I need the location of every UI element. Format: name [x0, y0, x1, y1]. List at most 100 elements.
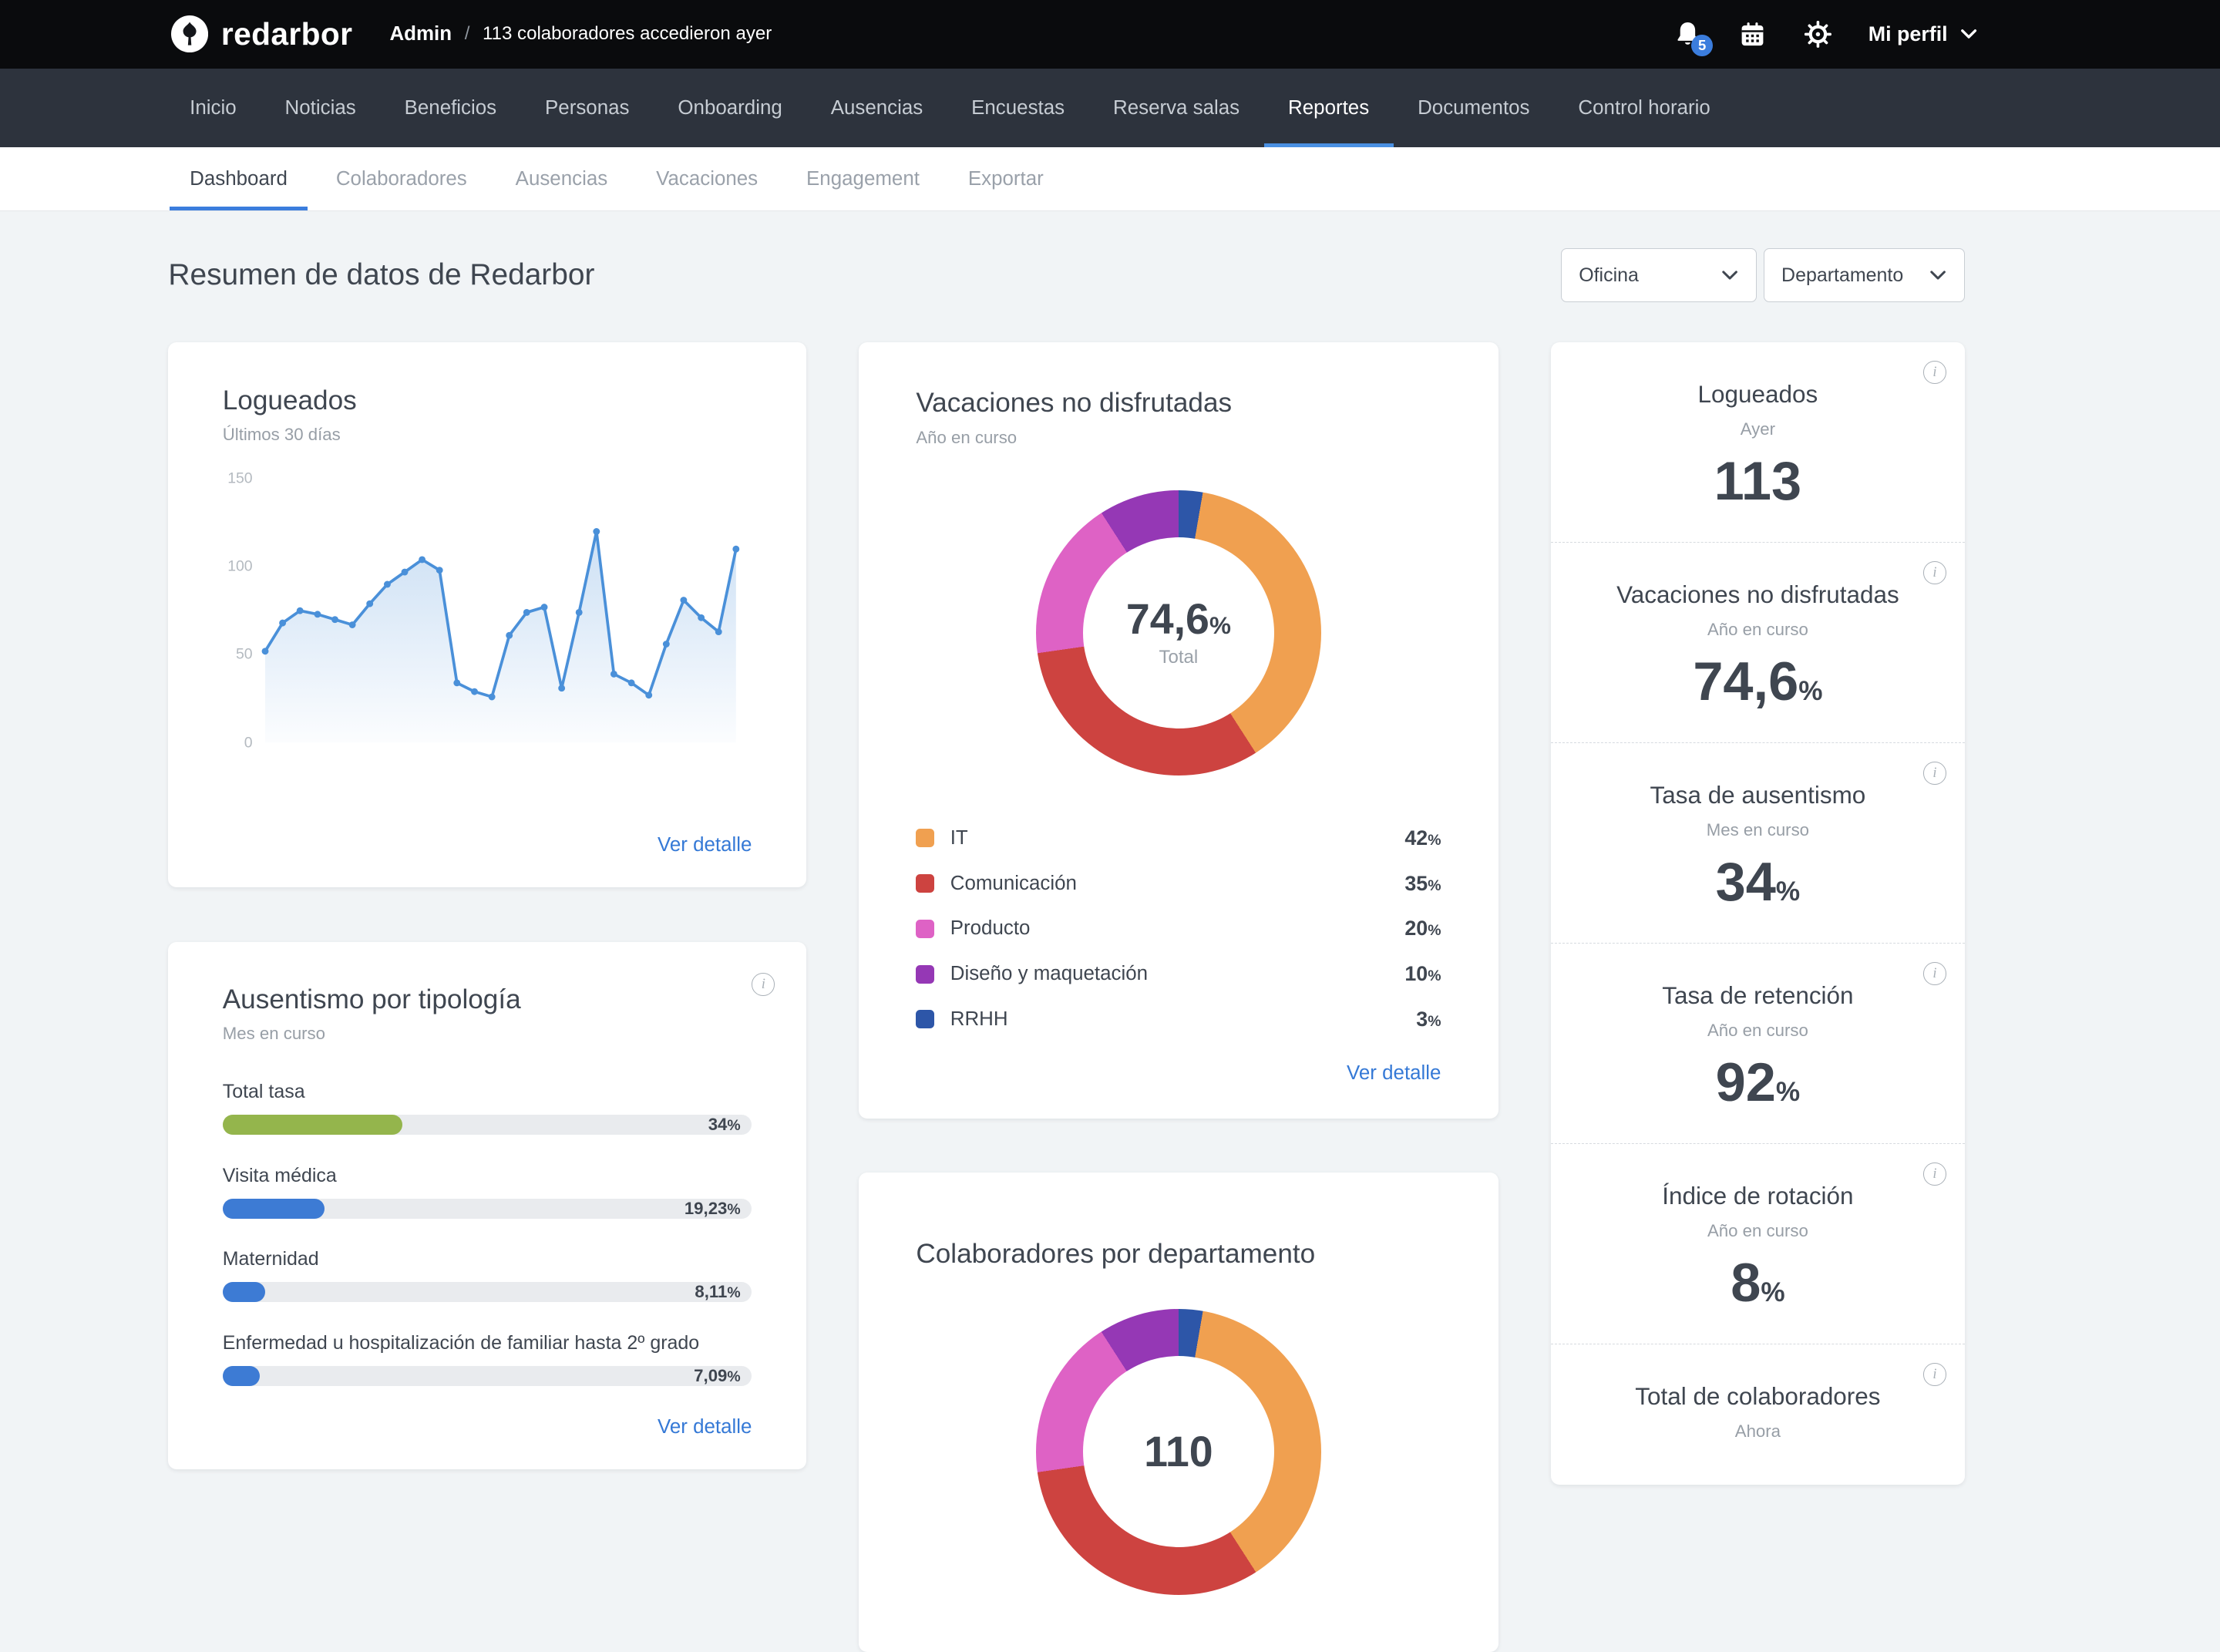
card-subtitle: Año en curso: [916, 428, 1441, 448]
kpi-title: Tasa de retención: [1585, 981, 1930, 1012]
profile-menu[interactable]: Mi perfil: [1868, 22, 1978, 46]
notifications-button[interactable]: 5: [1673, 19, 1703, 49]
info-icon[interactable]: i: [1923, 561, 1946, 584]
info-icon[interactable]: i: [1923, 962, 1946, 985]
bar-fill: [223, 1115, 402, 1135]
bar-label: Visita médica: [223, 1165, 752, 1187]
info-icon[interactable]: i: [1923, 762, 1946, 785]
kpi-subtitle: Año en curso: [1585, 620, 1930, 640]
logueados-line-chart: 150 100 50 0: [223, 479, 752, 742]
nav-item-reportes[interactable]: Reportes: [1264, 69, 1394, 147]
chevron-down-icon: [1721, 270, 1738, 281]
notification-badge: 5: [1691, 35, 1713, 56]
nav-item-documentos[interactable]: Documentos: [1394, 69, 1554, 147]
bar-fill: [223, 1199, 325, 1219]
nav-item-onboarding[interactable]: Onboarding: [654, 69, 806, 147]
kpi-rotacion: i Índice de rotación Año en curso 8%: [1551, 1144, 1965, 1344]
chevron-down-icon: [1960, 29, 1977, 40]
legend-label: Producto: [950, 917, 1405, 940]
info-icon[interactable]: i: [1923, 361, 1946, 384]
settings-button[interactable]: [1803, 19, 1833, 49]
info-icon[interactable]: i: [752, 973, 775, 996]
calendar-button[interactable]: [1738, 20, 1767, 49]
legend-label: Diseño y maquetación: [950, 963, 1405, 985]
office-filter-select[interactable]: Oficina: [1561, 248, 1757, 302]
breadcrumb: Admin / 113 colaboradores accedieron aye…: [389, 23, 772, 45]
legend-item: Comunicación 35%: [916, 861, 1441, 907]
kpi-ausentismo: i Tasa de ausentismo Mes en curso 34%: [1551, 743, 1965, 944]
ver-detalle-link[interactable]: Ver detalle: [916, 1062, 1441, 1085]
kpi-subtitle: Ahora: [1585, 1422, 1930, 1442]
legend-swatch: [916, 829, 934, 847]
kpi-value: 8%: [1585, 1253, 1930, 1312]
subnav-item-engagement[interactable]: Engagement: [786, 147, 940, 210]
card-subtitle: Últimos 30 días: [223, 425, 752, 445]
nav-item-ausencias[interactable]: Ausencias: [806, 69, 947, 147]
ausentismo-bar-chart: Total tasa 34% Visita médica 19,23%: [223, 1081, 752, 1385]
brand-logo[interactable]: redarbor: [171, 15, 352, 52]
ausentismo-card: i Ausentismo por tipología Mes en curso …: [168, 942, 806, 1470]
office-filter-label: Oficina: [1579, 264, 1639, 287]
legend-item: Diseño y maquetación 10%: [916, 951, 1441, 997]
legend-item: RRHH 3%: [916, 997, 1441, 1042]
nav-item-encuestas[interactable]: Encuestas: [947, 69, 1089, 147]
bar-row: Enfermedad u hospitalización de familiar…: [223, 1332, 752, 1386]
card-subtitle: Mes en curso: [223, 1024, 752, 1044]
breadcrumb-text: 113 colaboradores accedieron ayer: [483, 23, 772, 45]
kpi-value: 113: [1585, 451, 1930, 510]
card-title: Ausentismo por tipología: [223, 984, 752, 1015]
vacaciones-card: Vacaciones no disfrutadas Año en curso 7…: [859, 342, 1498, 1119]
ver-detalle-link[interactable]: Ver detalle: [223, 1416, 752, 1438]
legend-label: Comunicación: [950, 873, 1405, 895]
kpi-subtitle: Año en curso: [1585, 1221, 1930, 1241]
subnav-item-vacaciones[interactable]: Vacaciones: [636, 147, 778, 210]
kpi-value: 92%: [1585, 1052, 1930, 1112]
bar-row: Visita médica 19,23%: [223, 1165, 752, 1219]
bar-row: Maternidad 8,11%: [223, 1248, 752, 1302]
bar-track: 19,23%: [223, 1199, 752, 1219]
subnav-item-dashboard[interactable]: Dashboard: [170, 147, 308, 210]
departamento-donut-chart: 110: [1036, 1309, 1321, 1594]
kpi-title: Índice de rotación: [1585, 1181, 1930, 1213]
nav-item-reserva-salas[interactable]: Reserva salas: [1089, 69, 1264, 147]
legend-value: 20%: [1404, 917, 1441, 940]
department-filter-select[interactable]: Departamento: [1764, 248, 1965, 302]
subnav-item-ausencias[interactable]: Ausencias: [496, 147, 627, 210]
bar-label: Maternidad: [223, 1248, 752, 1270]
legend-value: 35%: [1404, 872, 1441, 896]
chevron-down-icon: [1929, 270, 1946, 281]
info-icon[interactable]: i: [1923, 1363, 1946, 1386]
legend-swatch: [916, 1010, 934, 1028]
ver-detalle-link[interactable]: Ver detalle: [223, 834, 752, 856]
bar-value: 7,09%: [694, 1366, 741, 1386]
nav-item-beneficios[interactable]: Beneficios: [380, 69, 520, 147]
bar-value: 8,11%: [695, 1282, 740, 1302]
bar-label: Total tasa: [223, 1081, 752, 1103]
info-icon[interactable]: i: [1923, 1162, 1946, 1186]
bar-track: 7,09%: [223, 1366, 752, 1386]
vacaciones-donut-chart: 74,6% Total: [1036, 490, 1321, 776]
profile-label: Mi perfil: [1868, 22, 1948, 46]
dashboard-content: Resumen de datos de Redarbor Oficina Dep…: [0, 211, 2220, 1652]
legend-value: 42%: [1404, 826, 1441, 850]
subnav-item-exportar[interactable]: Exportar: [948, 147, 1064, 210]
nav-item-noticias[interactable]: Noticias: [261, 69, 380, 147]
kpi-summary-card: i Logueados Ayer 113 i Vacaciones no dis…: [1551, 342, 1965, 1485]
breadcrumb-section: Admin: [389, 23, 452, 45]
legend-label: IT: [950, 827, 1405, 850]
brand-name: redarbor: [221, 16, 352, 52]
subnav-item-colaboradores[interactable]: Colaboradores: [316, 147, 487, 210]
nav-item-inicio[interactable]: Inicio: [166, 69, 261, 147]
legend-item: Producto 20%: [916, 907, 1441, 952]
kpi-subtitle: Ayer: [1585, 419, 1930, 439]
kpi-title: Total de colaboradores: [1585, 1381, 1930, 1413]
kpi-value: 34%: [1585, 852, 1930, 911]
bar-value: 19,23%: [684, 1199, 741, 1219]
bar-label: Enfermedad u hospitalización de familiar…: [223, 1332, 752, 1354]
legend-value: 10%: [1404, 962, 1441, 986]
nav-item-personas[interactable]: Personas: [521, 69, 654, 147]
nav-item-control-horario[interactable]: Control horario: [1554, 69, 1734, 147]
main-navigation: Inicio Noticias Beneficios Personas Onbo…: [0, 69, 2220, 147]
bar-fill: [223, 1366, 261, 1386]
donut-center: 110: [1083, 1356, 1274, 1547]
